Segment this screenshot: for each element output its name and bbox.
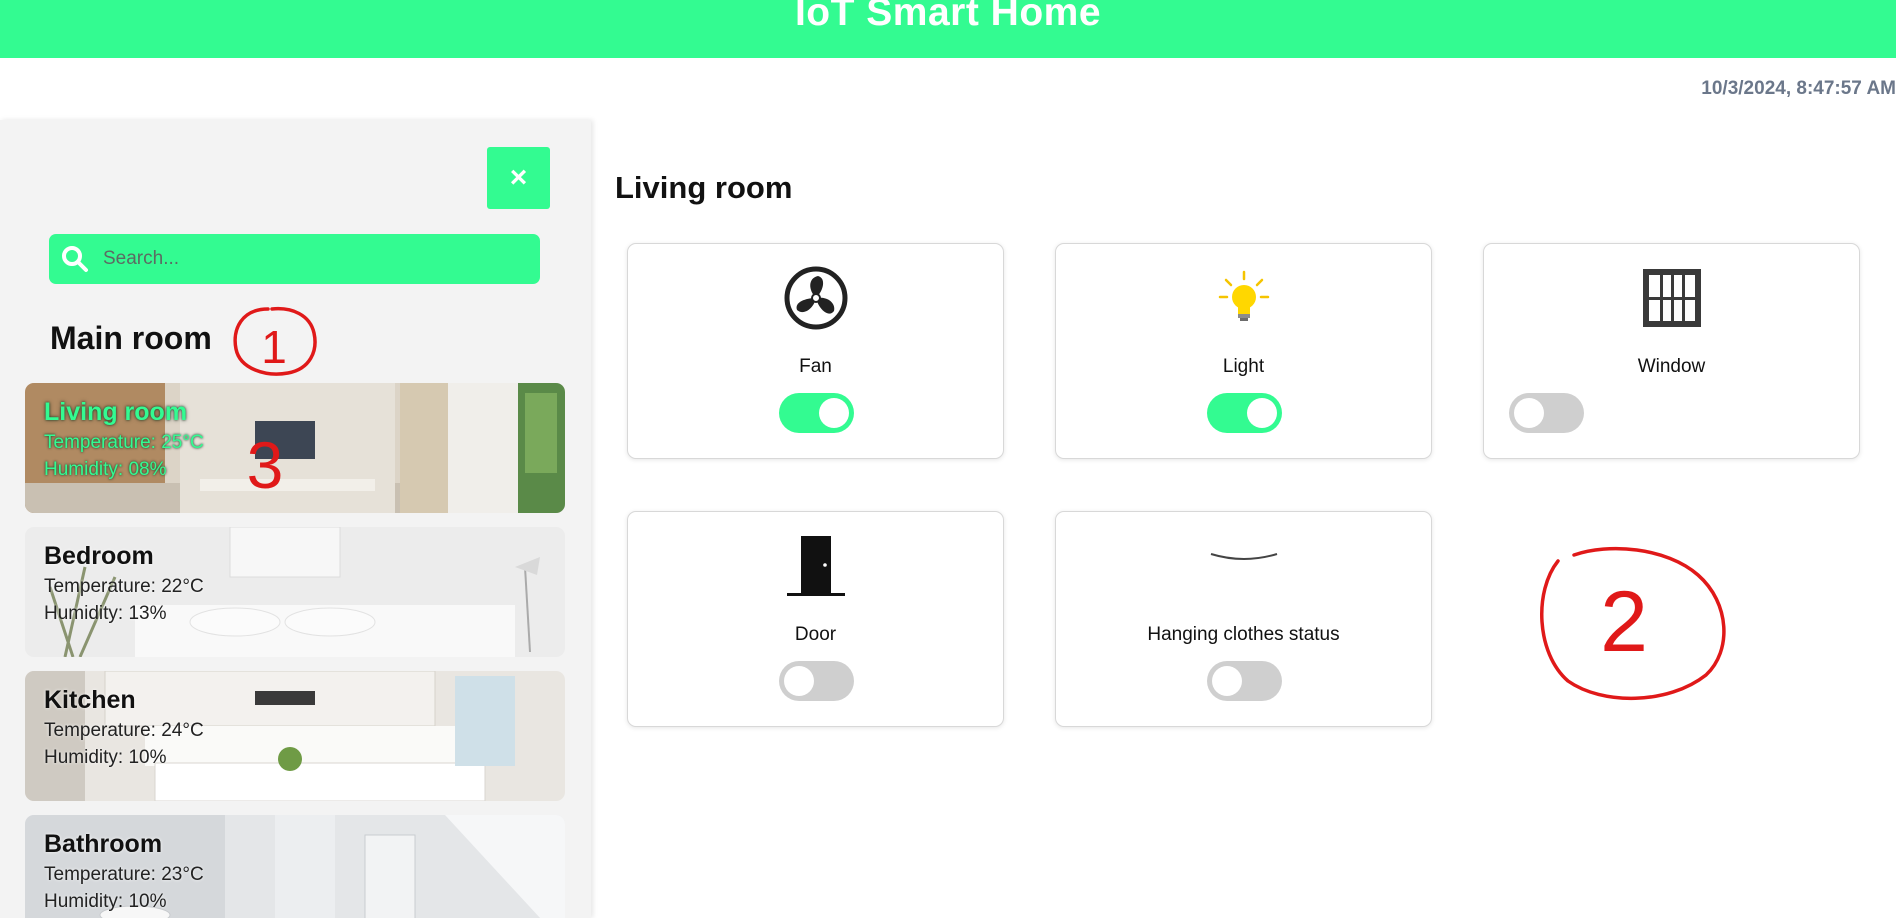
- room-details: Kitchen Temperature: 24°C Humidity: 10%: [44, 686, 204, 769]
- fan-toggle[interactable]: [779, 393, 854, 433]
- device-name: Hanging clothes status: [1147, 624, 1340, 645]
- close-sidebar-button[interactable]: ×: [487, 147, 550, 209]
- lightbulb-icon: [1218, 270, 1269, 321]
- datetime-display: 10/3/2024, 8:47:57 AM: [1701, 78, 1896, 99]
- room-card-bathroom[interactable]: Bathroom Temperature: 23°C Humidity: 10%: [25, 815, 565, 918]
- toggle-knob: [1514, 398, 1544, 428]
- room-name: Living room: [44, 398, 188, 426]
- hanging-clothes-toggle[interactable]: [1207, 661, 1282, 701]
- room-title: Living room: [615, 170, 793, 205]
- room-name: Bathroom: [44, 830, 163, 858]
- clothes-hanger-icon: [1210, 553, 1277, 560]
- light-toggle[interactable]: [1207, 393, 1282, 433]
- door-icon: [786, 536, 845, 596]
- sidebar: × Main room Living room Temperature: 25°…: [0, 120, 591, 918]
- device-card-light: Light: [1055, 243, 1432, 459]
- room-details: Living room Temperature: 25°C Humidity: …: [44, 398, 204, 481]
- door-toggle[interactable]: [779, 661, 854, 701]
- search-icon: [62, 246, 88, 272]
- device-card-hanging-clothes: Hanging clothes status: [1055, 511, 1432, 727]
- window-icon: [1642, 269, 1701, 327]
- device-name: Fan: [799, 356, 832, 377]
- room-card-bedroom[interactable]: Bedroom Temperature: 22°C Humidity: 13%: [25, 527, 565, 657]
- toggle-knob: [1247, 398, 1277, 428]
- app-title: IoT Smart Home: [794, 0, 1102, 34]
- room-temperature: Temperature: 23°C: [44, 864, 204, 885]
- room-card-kitchen[interactable]: Kitchen Temperature: 24°C Humidity: 10%: [25, 671, 565, 801]
- device-card-door: Door: [627, 511, 1004, 727]
- toggle-knob: [819, 398, 849, 428]
- room-humidity: Humidity: 10%: [44, 747, 167, 768]
- annotation-label-2: 2: [1600, 574, 1648, 670]
- device-name: Door: [794, 624, 837, 645]
- search-input[interactable]: [103, 248, 523, 270]
- room-temperature: Temperature: 22°C: [44, 576, 204, 597]
- room-name: Kitchen: [44, 686, 136, 714]
- device-name: Light: [1222, 356, 1265, 377]
- device-card-fan: Fan: [627, 243, 1004, 459]
- section-title: Main room: [50, 320, 212, 356]
- room-card-living-room[interactable]: Living room Temperature: 25°C Humidity: …: [25, 383, 565, 513]
- app-header: IoT Smart Home: [0, 0, 1896, 58]
- annotation-circle-2: 2: [1540, 546, 1726, 701]
- room-humidity: Humidity: 13%: [44, 603, 167, 624]
- close-icon: ×: [509, 161, 528, 194]
- search-bar: [49, 234, 540, 284]
- room-humidity: Humidity: 10%: [44, 891, 167, 912]
- toggle-knob: [1212, 666, 1242, 696]
- room-details: Bathroom Temperature: 23°C Humidity: 10%: [44, 830, 204, 913]
- room-temperature: Temperature: 24°C: [44, 720, 204, 741]
- room-temperature: Temperature: 25°C: [44, 432, 204, 453]
- toggle-knob: [784, 666, 814, 696]
- device-card-window: Window: [1483, 243, 1860, 459]
- device-name: Window: [1637, 356, 1706, 377]
- room-humidity: Humidity: 08%: [44, 459, 167, 480]
- window-toggle[interactable]: [1509, 393, 1584, 433]
- room-name: Bedroom: [44, 542, 154, 570]
- fan-icon: [784, 266, 847, 330]
- room-details: Bedroom Temperature: 22°C Humidity: 13%: [44, 542, 204, 625]
